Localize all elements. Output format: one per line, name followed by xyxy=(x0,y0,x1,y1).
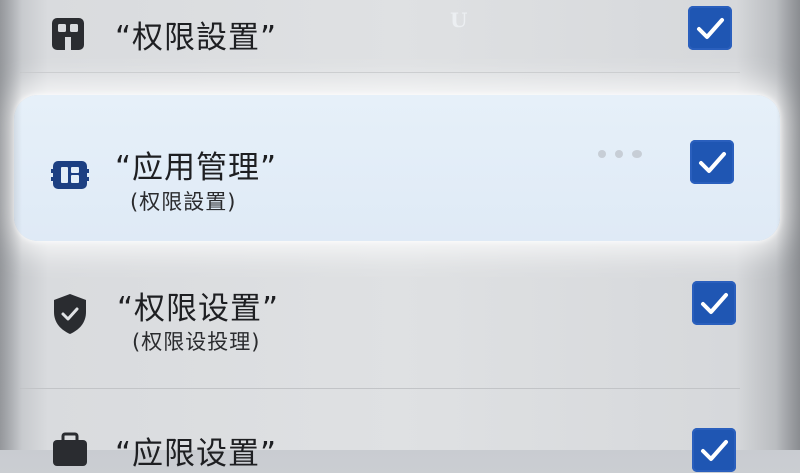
indicator-dot xyxy=(598,150,606,158)
screen-edge-shadow xyxy=(776,0,800,450)
item-subtitle: (权限設置) xyxy=(130,190,237,214)
item-subtitle: (权限设投理) xyxy=(132,330,261,354)
shield-check-icon xyxy=(50,292,90,336)
permission-checkbox[interactable] xyxy=(692,428,736,472)
permission-checkbox[interactable] xyxy=(692,281,736,325)
indicator-dot xyxy=(632,150,642,158)
divider xyxy=(20,72,740,73)
screen-edge-shadow xyxy=(0,0,22,450)
settings-screen: U “权限設置” “应用管理” (权限設置) “权限设置” (权限设投理) “应… xyxy=(0,0,800,472)
item-title: “应限设置” xyxy=(115,436,278,472)
indicator-dot xyxy=(615,150,623,158)
page-indicator xyxy=(598,150,642,158)
item-title: “权限设置” xyxy=(117,291,280,327)
app-manage-icon xyxy=(50,155,90,195)
divider xyxy=(20,388,740,389)
watermark-logo: U xyxy=(450,8,468,32)
item-title: “权限設置” xyxy=(115,20,278,56)
permission-checkbox[interactable] xyxy=(690,140,734,184)
permission-checkbox[interactable] xyxy=(688,6,732,50)
item-title: “应用管理” xyxy=(115,150,278,186)
briefcase-icon xyxy=(50,432,90,472)
app-grid-icon xyxy=(48,14,88,54)
